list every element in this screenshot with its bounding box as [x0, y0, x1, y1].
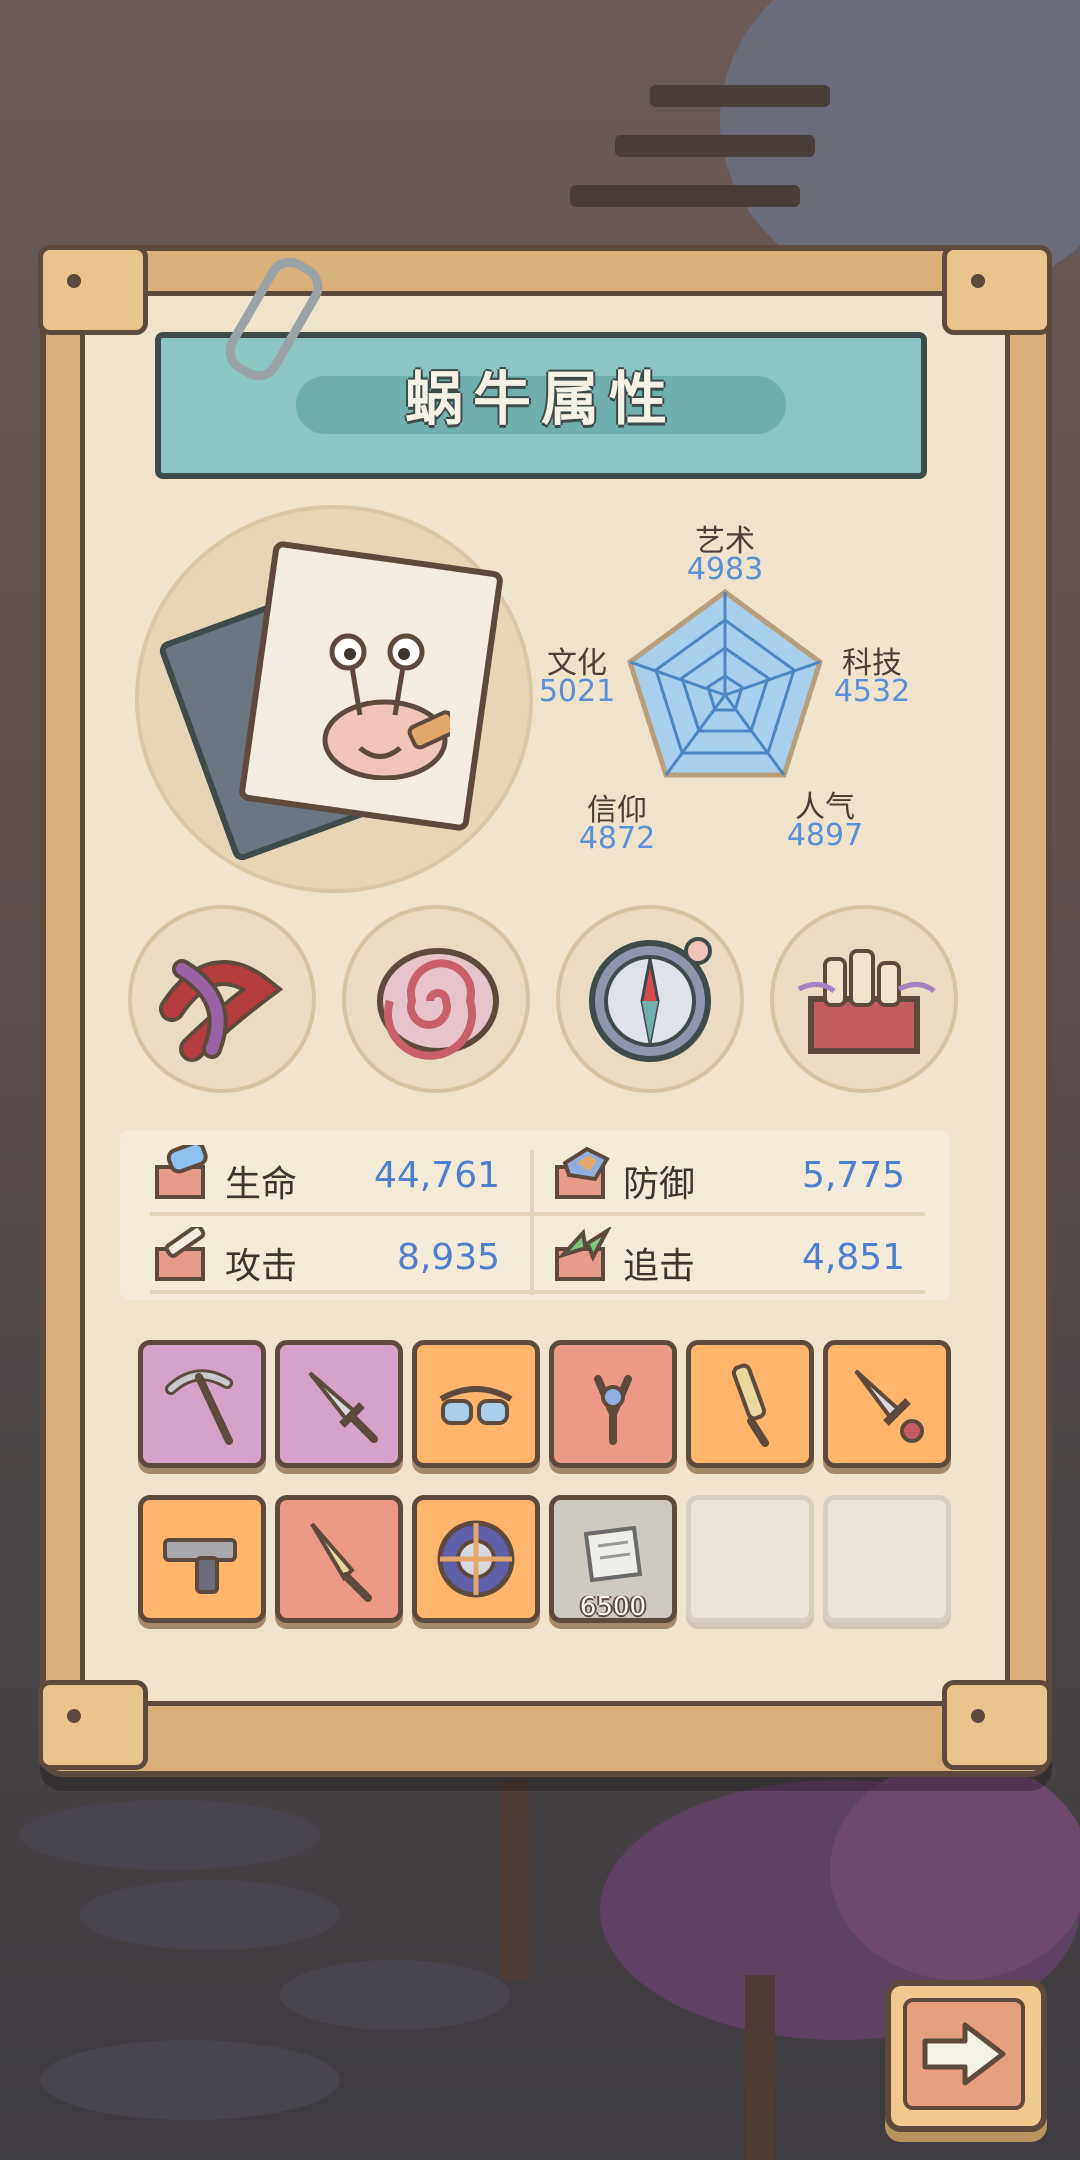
panel-corner-bottom-left [38, 1680, 148, 1770]
background-plank [615, 135, 815, 157]
combat-stats-panel: 生命 44,761 防御 5,775 攻击 8,935 追击 4,851 [120, 1130, 950, 1300]
background-stone [40, 2040, 340, 2120]
radar-value-art: 4983 [686, 552, 764, 587]
pursuit-value: 4,851 [801, 1237, 905, 1278]
equipment-slot-10[interactable]: 6500 [549, 1495, 677, 1623]
equipment-slot-3[interactable] [412, 1340, 540, 1468]
equipment-slot-9[interactable] [412, 1495, 540, 1623]
defense-value: 5,775 [801, 1155, 905, 1196]
background-post [745, 1975, 775, 2160]
compass-icon [589, 937, 712, 1062]
goggles-icon [439, 1386, 513, 1425]
pistol-icon [163, 1538, 237, 1594]
radar-value-culture: 5021 [538, 674, 616, 709]
divider [150, 1290, 925, 1294]
tentacle-relic-icon [159, 959, 284, 1062]
panel-corner-top-right [942, 245, 1052, 335]
attack-label: 攻击 [225, 1246, 298, 1287]
hp-value: 44,761 [374, 1155, 500, 1196]
defense-icon [555, 1146, 610, 1199]
hp-label: 生命 [225, 1164, 298, 1205]
relic-slot-4[interactable] [770, 905, 958, 1093]
relic-slot-1[interactable] [128, 905, 316, 1093]
panel-corner-top-left [38, 245, 148, 335]
background-stone [80, 1880, 340, 1950]
equipment-slot-5[interactable] [686, 1340, 814, 1468]
equipment-slot-6[interactable] [823, 1340, 951, 1468]
divider [530, 1150, 534, 1295]
dagger-icon [308, 1371, 378, 1443]
background-mushroom [830, 1760, 1080, 1980]
pursuit-label: 追击 [623, 1246, 696, 1287]
background-plank [650, 85, 830, 107]
next-button-inner [903, 1998, 1025, 2110]
background-stone [20, 1800, 320, 1870]
radar-value-tech: 4532 [833, 674, 911, 709]
attribute-radar: 艺术 4983 科技 4532 人气 4897 信仰 4872 文化 5021 [530, 510, 950, 870]
defense-label: 防御 [623, 1164, 696, 1205]
equipment-slot-empty[interactable] [686, 1495, 814, 1623]
attack-icon [155, 1227, 206, 1281]
radar-value-faith: 4872 [578, 821, 656, 856]
equipment-slot-8[interactable] [275, 1495, 403, 1623]
background-plank [570, 185, 800, 207]
knife-icon [310, 1522, 372, 1602]
potion-box-icon [797, 949, 936, 1054]
pursuit-icon [555, 1227, 612, 1281]
attack-value: 8,935 [396, 1237, 500, 1278]
snail-avatar-icon [322, 633, 450, 780]
equipment-slot-2[interactable] [275, 1340, 403, 1468]
radar-value-popularity: 4897 [786, 818, 864, 853]
pickaxe-icon [165, 1369, 233, 1445]
shield-icon [437, 1520, 515, 1598]
equipment-slot-empty[interactable] [823, 1495, 951, 1623]
relic-slot-3[interactable] [556, 905, 744, 1093]
panel-corner-bottom-right [942, 1680, 1052, 1770]
item-count: 6500 [579, 1592, 647, 1622]
ornate-dagger-icon [854, 1369, 924, 1443]
health-icon [155, 1145, 208, 1199]
relic-slot-2[interactable] [342, 905, 530, 1093]
divider [150, 1212, 925, 1216]
background-post [500, 1780, 530, 1980]
equipment-slot-7[interactable] [138, 1495, 266, 1623]
equipment-slot-4[interactable] [549, 1340, 677, 1468]
sword-icon [731, 1363, 769, 1447]
shell-icon [377, 948, 499, 1060]
equipment-slot-1[interactable] [138, 1340, 266, 1468]
arrow-right-icon [922, 2022, 1006, 2086]
slingshot-icon [594, 1375, 632, 1445]
background-stone [280, 1960, 510, 2030]
scroll-icon [583, 1525, 643, 1583]
next-button[interactable] [885, 1980, 1047, 2132]
